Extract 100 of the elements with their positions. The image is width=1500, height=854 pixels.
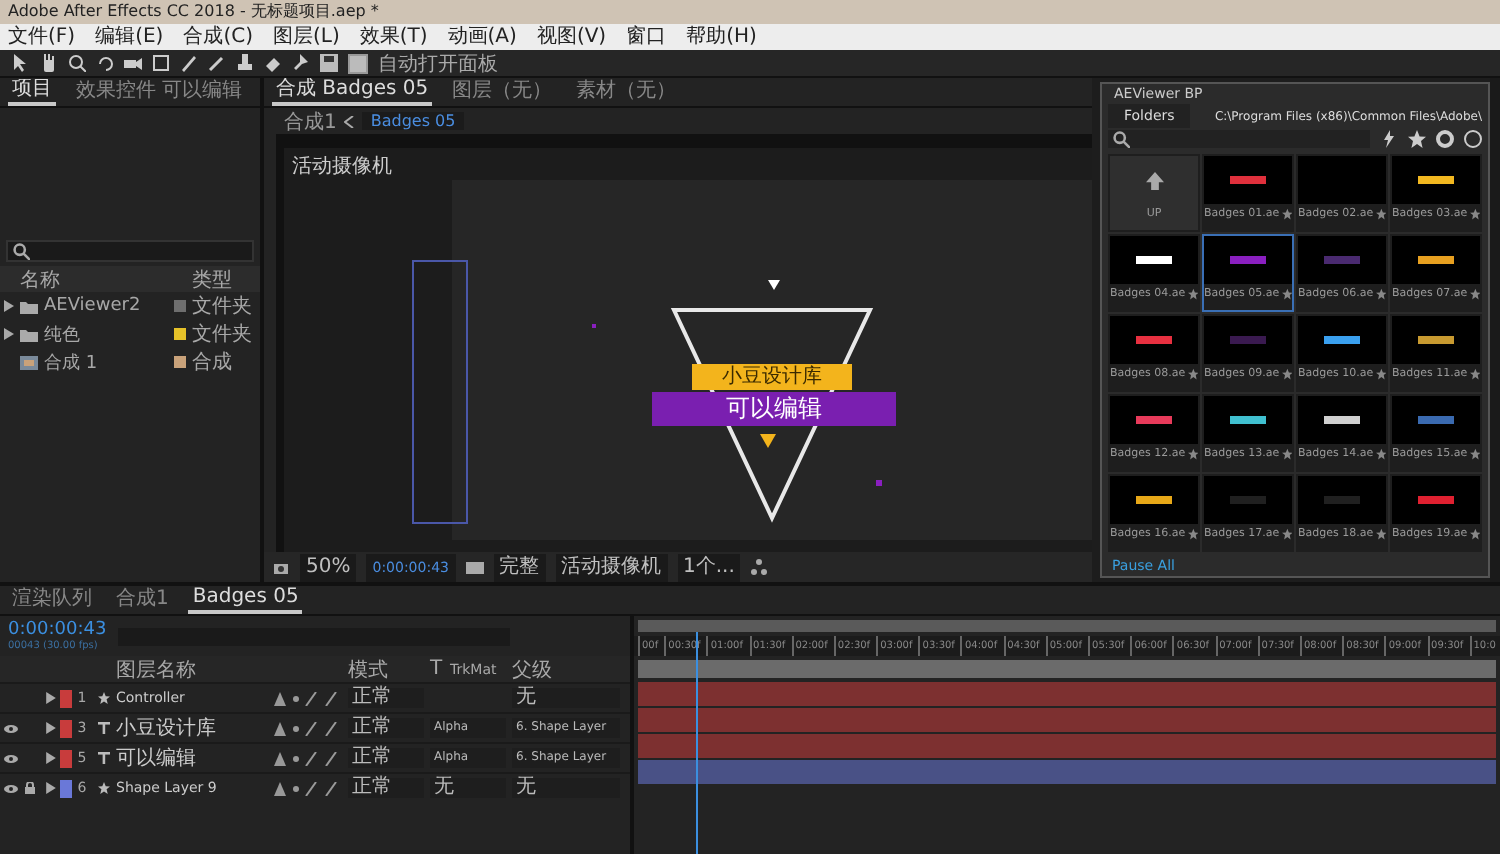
menu-item[interactable]: 编辑(E): [95, 25, 164, 49]
camera-label: 活动摄像机: [292, 153, 392, 180]
panel-tab[interactable]: Badges 05: [188, 586, 303, 614]
panel-tab[interactable]: 合成 Badges 05: [272, 78, 433, 106]
composition-icon: [20, 355, 38, 369]
panel-tab[interactable]: 效果控件 可以编辑: [72, 80, 247, 104]
save-icon[interactable]: [320, 54, 338, 72]
menu-item[interactable]: 合成(C): [183, 25, 253, 49]
expand-arrow-icon[interactable]: [4, 300, 14, 312]
mode-dropdown[interactable]: 正常: [348, 748, 424, 768]
column-header[interactable]: 名称: [20, 265, 192, 293]
rotate-icon[interactable]: [96, 54, 114, 72]
star-icon: [98, 782, 110, 794]
star-icon[interactable]: [1469, 448, 1480, 460]
panel-tab[interactable]: 素材（无）: [572, 80, 681, 104]
mode-dropdown[interactable]: 正常: [348, 718, 424, 738]
menu-item[interactable]: 窗口: [626, 25, 667, 49]
eye-icon[interactable]: [3, 753, 17, 763]
star-icon[interactable]: [1469, 208, 1480, 220]
badge-ribbon: 小豆设计库: [692, 364, 852, 390]
triangle-marker-icon: [760, 434, 776, 448]
panel-tab[interactable]: 渲染队列: [8, 588, 96, 612]
zoom-icon[interactable]: [68, 54, 86, 72]
search-field[interactable]: [6, 240, 254, 262]
expand-arrow-icon[interactable]: [45, 782, 55, 794]
text-layer-icon: [98, 752, 110, 764]
star-icon: [98, 692, 110, 704]
search-icon: [12, 242, 30, 260]
text-layer-icon: [98, 722, 110, 734]
breadcrumb-item[interactable]: 合成1: [284, 107, 337, 135]
panel-tab[interactable]: 合成1: [112, 588, 173, 612]
star-icon[interactable]: [1375, 448, 1386, 460]
column-header: 模式: [346, 657, 390, 683]
panel-tab[interactable]: 项目: [8, 78, 56, 106]
column-header: T: [430, 658, 445, 680]
snapshot-icon[interactable]: [465, 558, 483, 576]
search-icon: [1112, 130, 1130, 148]
breadcrumb-item[interactable]: Badges 05: [362, 112, 464, 130]
preset-thumbnail: [1298, 156, 1386, 204]
panel-tab[interactable]: 图层（无）: [448, 80, 557, 104]
hand-icon[interactable]: [40, 54, 58, 72]
camera-icon[interactable]: [272, 558, 290, 576]
menu-item[interactable]: 文件(F): [8, 25, 76, 49]
camera-icon[interactable]: [124, 54, 142, 72]
star-icon[interactable]: [1281, 448, 1292, 460]
menu-item[interactable]: 图层(L): [272, 25, 340, 49]
view-layout-dropdown[interactable]: 1个...: [677, 553, 741, 581]
menu-item[interactable]: 视图(V): [536, 25, 607, 49]
project-item[interactable]: 合成 1 合成: [0, 348, 260, 376]
zoom-dropdown[interactable]: 50%: [300, 553, 357, 581]
track-matte-dropdown[interactable]: 无: [430, 778, 506, 798]
eye-icon[interactable]: [3, 723, 17, 733]
star-icon[interactable]: [1469, 528, 1480, 540]
star-icon[interactable]: [1375, 288, 1386, 300]
eye-icon[interactable]: [3, 783, 17, 793]
expand-arrow-icon[interactable]: [45, 692, 55, 704]
star-icon[interactable]: [1281, 528, 1292, 540]
parent-dropdown[interactable]: 无: [512, 778, 620, 798]
mode-dropdown[interactable]: 正常: [348, 688, 424, 708]
layer-name[interactable]: 可以编辑: [116, 744, 268, 772]
project-item[interactable]: AEViewer2 文件夹: [0, 292, 260, 320]
star-icon[interactable]: [1187, 528, 1198, 540]
star-icon[interactable]: [1375, 528, 1386, 540]
star-icon[interactable]: [1281, 208, 1292, 220]
auto-open-label: 自动打开面板: [378, 51, 498, 77]
search-field[interactable]: [1108, 130, 1370, 148]
column-header[interactable]: 类型: [192, 265, 260, 293]
star-icon[interactable]: [1281, 368, 1292, 380]
stamp-icon[interactable]: [236, 54, 254, 72]
eraser-icon[interactable]: [264, 54, 282, 72]
current-time[interactable]: 0:00:00:43: [8, 620, 107, 640]
star-icon[interactable]: [1187, 448, 1198, 460]
mode-dropdown[interactable]: 正常: [348, 778, 424, 798]
star-icon[interactable]: [1469, 368, 1480, 380]
star-icon[interactable]: [1375, 368, 1386, 380]
expand-arrow-icon[interactable]: [45, 752, 55, 764]
star-icon[interactable]: [1408, 130, 1426, 148]
expand-arrow-icon[interactable]: [45, 722, 55, 734]
star-icon[interactable]: [1469, 288, 1480, 300]
lightning-icon[interactable]: [1380, 130, 1398, 148]
expand-arrow-icon[interactable]: [4, 328, 14, 340]
project-item[interactable]: 纯色 文件夹: [0, 320, 260, 348]
parent-dropdown[interactable]: 无: [512, 688, 620, 708]
star-icon[interactable]: [1375, 208, 1386, 220]
triangle-marker-icon: [768, 280, 780, 290]
lock-icon[interactable]: [24, 782, 36, 794]
rectangle-icon[interactable]: [152, 54, 170, 72]
network-icon[interactable]: [750, 558, 769, 576]
star-icon[interactable]: [1281, 288, 1292, 300]
selection-arrow-icon[interactable]: [12, 54, 30, 72]
star-icon[interactable]: [1187, 368, 1198, 380]
layer-name[interactable]: 小豆设计库: [116, 714, 268, 742]
star-icon[interactable]: [1187, 288, 1198, 300]
window-title: Adobe After Effects CC 2018 - 无标题项目.aep *: [8, 2, 379, 20]
resolution-dropdown[interactable]: 完整: [493, 553, 545, 581]
camera-dropdown[interactable]: 活动摄像机: [555, 553, 667, 581]
menu-item[interactable]: 帮助(H): [686, 25, 757, 49]
auto-open-checkbox[interactable]: [348, 53, 368, 73]
menu-item[interactable]: 效果(T): [359, 25, 428, 49]
menu-item[interactable]: 动画(A): [447, 25, 517, 49]
